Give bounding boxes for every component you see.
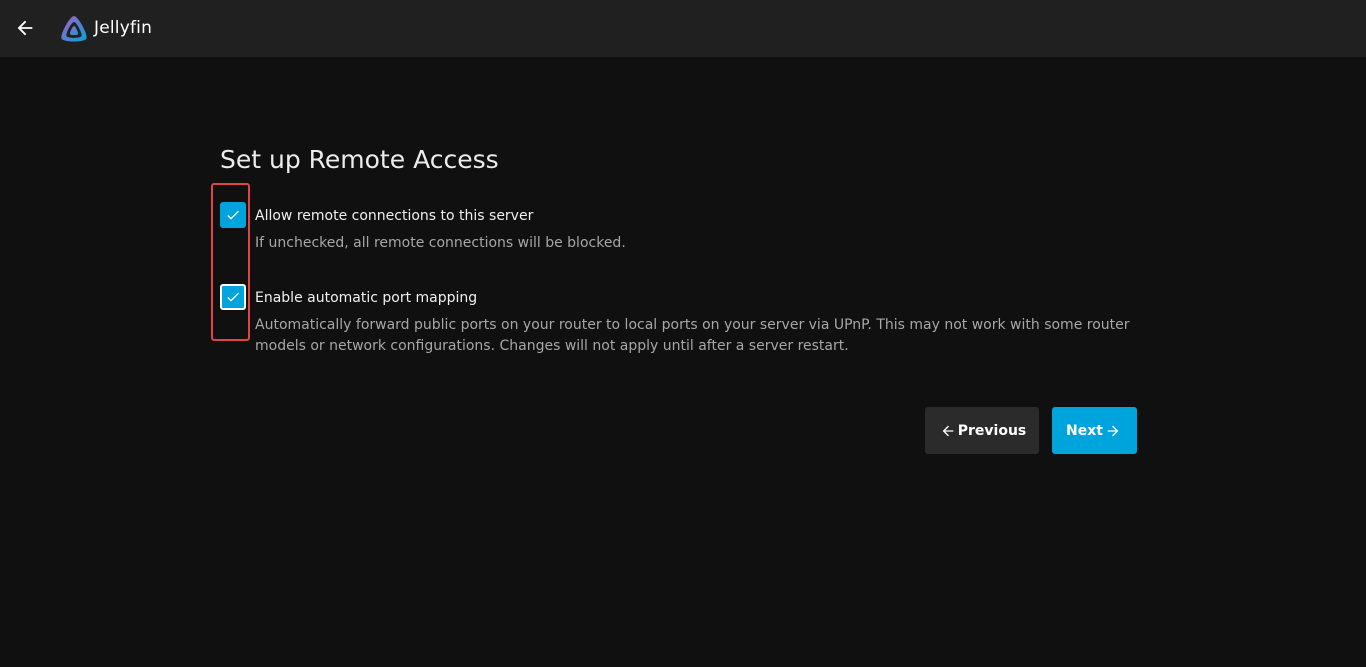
checkmark-icon [227,210,239,220]
allow-remote-connections-label[interactable]: Allow remote connections to this server [255,208,533,224]
page-title: Set up Remote Access [220,145,499,174]
enable-port-mapping-checkbox[interactable] [220,284,246,310]
arrow-right-icon [1107,425,1119,436]
checkmark-icon [227,292,239,302]
back-button[interactable] [14,17,36,39]
next-button[interactable]: Next [1052,407,1137,454]
allow-remote-connections-checkbox[interactable] [220,202,246,228]
next-button-label: Next [1066,422,1103,439]
top-bar: Jellyfin [0,0,1366,57]
enable-port-mapping-label[interactable]: Enable automatic port mapping [255,290,477,306]
previous-button-label: Previous [957,422,1027,439]
arrow-left-icon [942,425,954,436]
allow-remote-connections-description: If unchecked, all remote connections wil… [255,235,626,251]
arrow-left-icon [17,20,33,36]
previous-button[interactable]: Previous [925,407,1039,454]
brand-name: Jellyfin [94,18,153,38]
jellyfin-logo-icon[interactable] [58,14,90,44]
enable-port-mapping-description: Automatically forward public ports on yo… [255,317,1130,354]
